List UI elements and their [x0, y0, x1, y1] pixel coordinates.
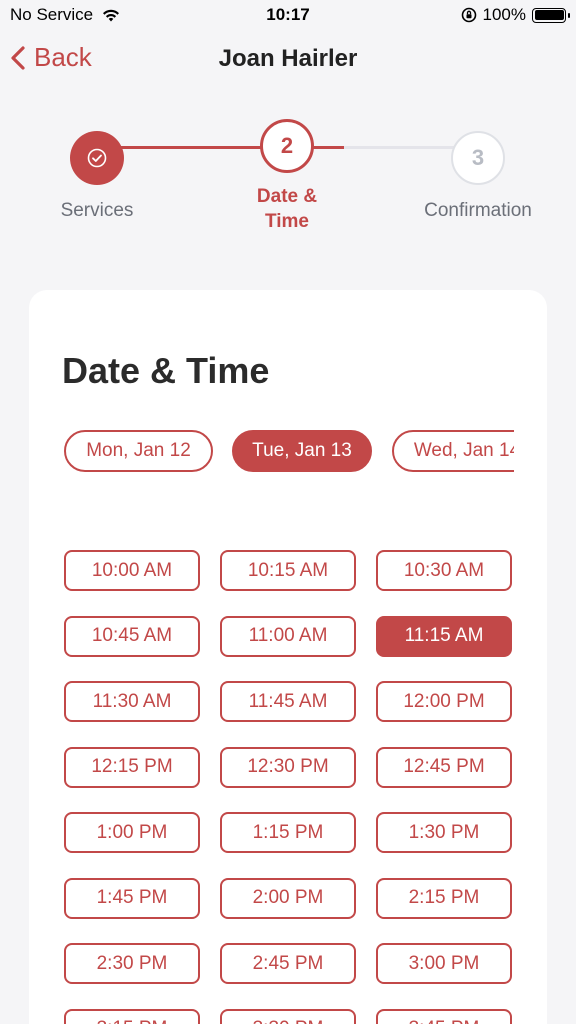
- check-circle-icon: [87, 148, 107, 168]
- status-right: 100%: [461, 5, 570, 25]
- step-confirmation-label: Confirmation: [424, 200, 532, 221]
- time-slot-label: 12:45 PM: [403, 756, 485, 777]
- time-slot[interactable]: 12:45 PM: [376, 746, 512, 788]
- time-slot-label: 11:30 AM: [92, 690, 172, 712]
- date-pill[interactable]: Wed, Jan 14: [392, 430, 514, 472]
- time-slot[interactable]: 1:15 PM: [220, 812, 356, 853]
- time-slot-label: 11:15 AM: [404, 625, 484, 646]
- time-slot-label: 11:45 AM: [248, 690, 328, 712]
- step-confirmation-number: 3: [471, 145, 485, 170]
- card-title: Date & Time: [62, 350, 270, 391]
- time-slot-label: 3:00 PM: [408, 952, 480, 974]
- step-datetime-circle: 2: [260, 119, 314, 173]
- date-label: Wed, Jan 14: [413, 440, 514, 461]
- time-slot-selected[interactable]: 11:15 AM: [376, 615, 512, 657]
- time-slot-label: 3:15 PM: [97, 1018, 168, 1024]
- time-slot-label: 12:30 PM: [247, 756, 329, 777]
- time-slot[interactable]: 3:15 PM: [64, 1008, 200, 1024]
- time-slot-label: 2:45 PM: [252, 952, 324, 974]
- progress-stepper: Services 2 Date & Time 3 Confirmation: [0, 90, 576, 290]
- time-slot[interactable]: 1:45 PM: [64, 877, 200, 919]
- time-slot[interactable]: 10:30 AM: [376, 550, 512, 591]
- time-slot[interactable]: 2:45 PM: [220, 943, 356, 984]
- step-confirmation-circle: 3: [451, 131, 505, 185]
- time-slot-label: 2:00 PM: [252, 887, 324, 908]
- time-slot[interactable]: 3:30 PM: [220, 1008, 356, 1024]
- time-slot[interactable]: 12:30 PM: [220, 746, 356, 788]
- time-slot[interactable]: 11:30 AM: [64, 681, 200, 722]
- time-slot-label: 2:15 PM: [408, 887, 480, 908]
- time-slot[interactable]: 2:30 PM: [64, 943, 200, 984]
- date-label: Mon, Jan 12: [86, 440, 191, 461]
- time-slot[interactable]: 3:45 PM: [376, 1008, 512, 1024]
- time-slot-label: 3:45 PM: [409, 1018, 480, 1024]
- time-slot-label: 1:15 PM: [252, 821, 324, 843]
- status-bar: No Service 10:17 100%: [0, 0, 576, 30]
- step-services-label: Services: [60, 200, 134, 221]
- time-slot-label: 10:45 AM: [91, 625, 173, 646]
- step-connector-completed: [97, 146, 287, 149]
- time-slot-label: 2:30 PM: [96, 952, 168, 974]
- time-slot[interactable]: 12:00 PM: [376, 681, 512, 722]
- battery-percent: 100%: [482, 5, 526, 24]
- time-slot[interactable]: 10:00 AM: [64, 550, 200, 591]
- date-pill[interactable]: Mon, Jan 12: [64, 430, 213, 472]
- step-datetime-number: 2: [280, 133, 294, 158]
- step-datetime-label: Date & Time: [256, 186, 318, 232]
- date-label: Tue, Jan 13: [252, 440, 352, 461]
- time-slot[interactable]: 12:15 PM: [64, 746, 200, 788]
- orientation-lock-icon: [461, 7, 476, 23]
- date-time-card: Date & Time Mon, Jan 12 Tue, Jan 13 Wed,…: [29, 290, 547, 1024]
- time-slot-label: 3:30 PM: [253, 1018, 324, 1024]
- time-slot[interactable]: 1:00 PM: [64, 812, 200, 853]
- time-slot-label: 10:15 AM: [247, 559, 329, 581]
- time-slot[interactable]: 10:45 AM: [64, 615, 200, 657]
- time-slot-label: 1:00 PM: [96, 821, 168, 843]
- time-slot-label: 10:30 AM: [403, 559, 485, 581]
- time-slot-label: 12:00 PM: [403, 690, 485, 712]
- time-slot[interactable]: 11:00 AM: [220, 615, 356, 657]
- time-slot-label: 1:30 PM: [408, 821, 480, 843]
- time-slot-label: 11:00 AM: [248, 625, 328, 646]
- battery-icon: [532, 7, 570, 23]
- step-services-circle: [70, 131, 124, 185]
- time-slot[interactable]: 1:30 PM: [376, 812, 512, 853]
- time-slot-label: 12:15 PM: [91, 756, 173, 777]
- time-slot[interactable]: 2:00 PM: [220, 877, 356, 919]
- time-slot[interactable]: 10:15 AM: [220, 550, 356, 591]
- nav-bar: Back Joan Hairler: [0, 30, 576, 90]
- page-title: Joan Hairler: [218, 45, 358, 72]
- time-slot[interactable]: 3:00 PM: [376, 943, 512, 984]
- time-slot-label: 1:45 PM: [96, 887, 168, 908]
- time-slot[interactable]: 11:45 AM: [220, 681, 356, 722]
- time-slot-label: 10:00 AM: [91, 559, 173, 581]
- time-slot[interactable]: 2:15 PM: [376, 877, 512, 919]
- date-pill-selected[interactable]: Tue, Jan 13: [232, 430, 372, 472]
- date-selector[interactable]: Mon, Jan 12 Tue, Jan 13 Wed, Jan 14: [64, 430, 514, 472]
